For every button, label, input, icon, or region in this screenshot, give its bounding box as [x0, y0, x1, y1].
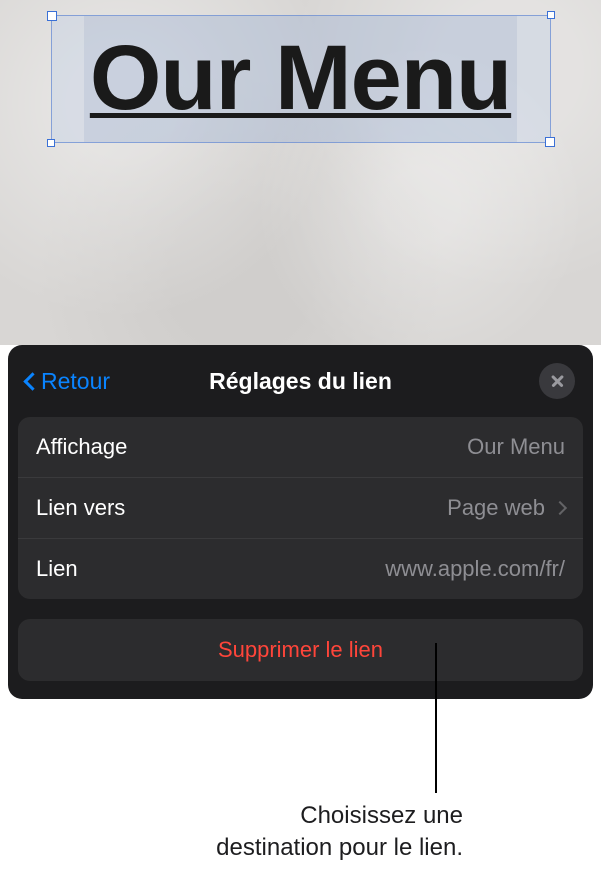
- display-label: Affichage: [36, 434, 127, 460]
- panel-title: Réglages du lien: [209, 368, 392, 395]
- link-to-value: Page web: [447, 495, 565, 521]
- display-row[interactable]: Affichage Our Menu: [18, 417, 583, 477]
- delete-link-button[interactable]: Supprimer le lien: [18, 619, 583, 681]
- document-canvas: Our Menu: [0, 0, 601, 345]
- link-to-row[interactable]: Lien vers Page web: [18, 477, 583, 538]
- callout-line-2: destination pour le lien.: [216, 834, 463, 861]
- callout-line-1: Choisissez une: [300, 802, 463, 829]
- selected-hyperlink-text[interactable]: Our Menu: [84, 16, 517, 142]
- link-to-value-text: Page web: [447, 495, 545, 521]
- chevron-right-icon: [553, 501, 567, 515]
- back-label: Retour: [41, 368, 110, 395]
- close-button[interactable]: [539, 363, 575, 399]
- link-url-value: www.apple.com/fr/: [385, 556, 565, 582]
- close-icon: [550, 374, 565, 389]
- callout-text: Choisissez une destination pour le lien.: [0, 800, 601, 865]
- link-url-label: Lien: [36, 556, 78, 582]
- panel-header: Retour Réglages du lien: [18, 359, 583, 417]
- settings-group: Affichage Our Menu Lien vers Page web Li…: [18, 417, 583, 599]
- link-url-row[interactable]: Lien www.apple.com/fr/: [18, 538, 583, 599]
- callout-leader-line: [435, 643, 437, 793]
- display-value: Our Menu: [467, 434, 565, 460]
- text-selection[interactable]: Our Menu: [51, 15, 551, 143]
- back-button[interactable]: Retour: [26, 368, 110, 395]
- link-to-label: Lien vers: [36, 495, 125, 521]
- chevron-left-icon: [23, 372, 41, 390]
- link-settings-panel: Retour Réglages du lien Affichage Our Me…: [8, 345, 593, 699]
